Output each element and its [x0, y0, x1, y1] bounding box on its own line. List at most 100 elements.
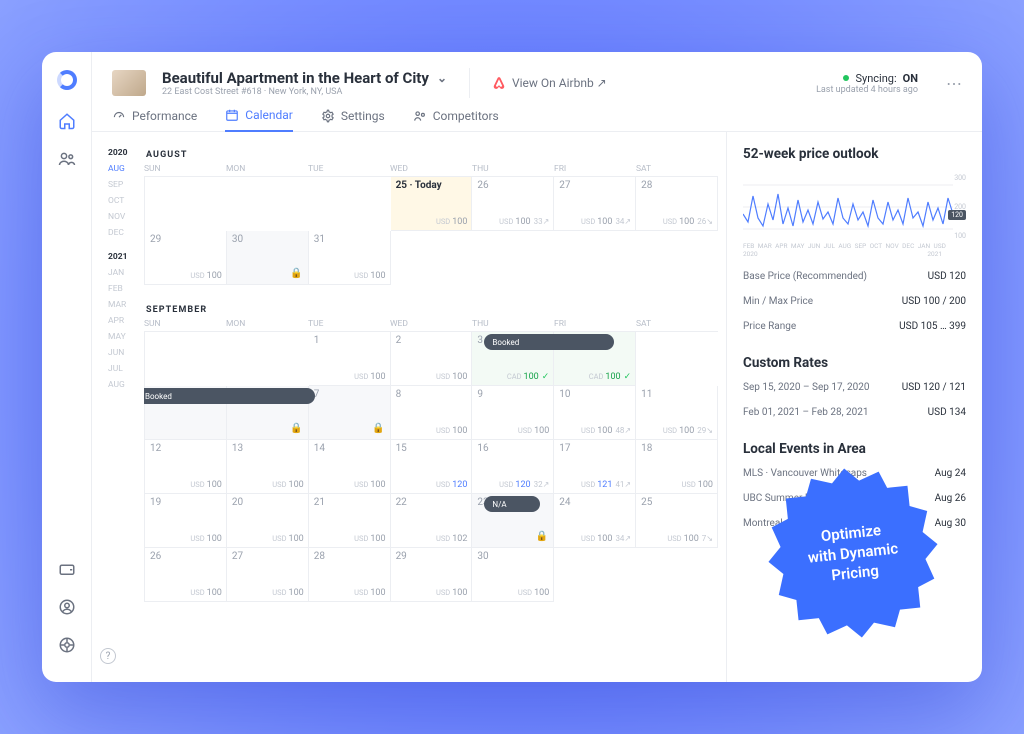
calendar-cell[interactable]: 10USD10048↗	[554, 386, 636, 440]
view-on-airbnb-link[interactable]: View On Airbnb ↗	[492, 76, 607, 90]
calendar-cell[interactable]: 16USD12032↗	[472, 440, 554, 494]
wallet-icon[interactable]	[56, 558, 78, 580]
minimonth[interactable]: AUG	[108, 164, 144, 174]
calendar-cell[interactable]: 1USD100	[309, 332, 391, 386]
calendar-cell[interactable]: 26USD100	[145, 548, 227, 602]
calendar-cell[interactable]: 13USD100	[227, 440, 309, 494]
support-icon[interactable]	[56, 634, 78, 656]
profile-icon[interactable]	[56, 596, 78, 618]
calendar-cell[interactable]: 28USD10026↘	[636, 177, 718, 231]
stat-minmax: Min / Max Price USD 100 / 200	[743, 293, 966, 310]
home-icon[interactable]	[56, 110, 78, 132]
calendar-cell[interactable]: 3CAD100✓Booked	[472, 332, 554, 386]
calendar-cell[interactable]: 23🔒N/A	[472, 494, 554, 548]
lock-icon: 🔒	[290, 268, 302, 279]
calendar-cell[interactable]: 21USD100	[309, 494, 391, 548]
gear-icon	[321, 109, 335, 123]
minimonth[interactable]: JUL	[108, 364, 144, 374]
local-events-title: Local Events in Area	[743, 441, 966, 457]
stat-base-price: Base Price (Recommended) USD 120	[743, 268, 966, 285]
calendar-cell[interactable]: 25 · TodayUSD100	[391, 177, 473, 231]
calendar-cell[interactable]: 20USD100	[227, 494, 309, 548]
custom-rate-row[interactable]: Feb 01, 2021 – Feb 28, 2021 USD 134	[743, 404, 966, 421]
calendar-cell	[636, 231, 718, 285]
check-icon: ✓	[624, 372, 632, 382]
calendar-cell[interactable]: 29USD100	[145, 231, 227, 285]
calendar-cell[interactable]: 25USD1007↘	[636, 494, 718, 548]
calendar-cell[interactable]: 18USD100	[636, 440, 718, 494]
sync-status-dot-icon	[843, 75, 849, 81]
more-menu-icon[interactable]: ⋯	[946, 74, 962, 93]
calendar-cell[interactable]: 2USD100	[391, 332, 473, 386]
calendar-cell[interactable]: 8USD100	[391, 386, 473, 440]
minimonth[interactable]: DEC	[108, 228, 144, 238]
minimonth[interactable]: OCT	[108, 196, 144, 206]
calendar-cell[interactable]: 27USD100	[227, 548, 309, 602]
calendar-cell[interactable]: 22USD102	[391, 494, 473, 548]
lock-icon: 🔒	[536, 531, 548, 542]
minimonth[interactable]: MAR	[108, 300, 144, 310]
calendar-grid: AUGUST SUNMON TUEWED THUFRI SAT 25 · Tod…	[144, 144, 726, 682]
month-grid-september: 1USD1002USD1003CAD100✓Booked4CAD100✓5Boo…	[144, 331, 718, 602]
check-icon: ✓	[542, 372, 550, 382]
gauge-icon	[112, 109, 126, 123]
people-icon[interactable]	[56, 148, 78, 170]
calendar-cell[interactable]: 24USD10034↗	[554, 494, 636, 548]
minimonth[interactable]: SEP	[108, 180, 144, 190]
calendar-cell[interactable]: 31USD100	[309, 231, 391, 285]
competitors-icon	[413, 109, 427, 123]
last-updated: Last updated 4 hours ago	[816, 85, 918, 95]
listing-dropdown[interactable]: Beautiful Apartment in the Heart of City…	[162, 69, 447, 97]
tabs: Peformance Calendar Settings Competitors	[92, 98, 982, 132]
chart-ref-badge: 120	[948, 210, 966, 220]
calendar-cell[interactable]: 14USD100	[309, 440, 391, 494]
calendar-cell	[554, 231, 636, 285]
outlook-title: 52-week price outlook	[743, 146, 966, 162]
minimonth[interactable]: JUN	[108, 348, 144, 358]
dow-header: SUNMON TUEWED THUFRI SAT	[144, 164, 718, 176]
header-status: Syncing: ON Last updated 4 hours ago	[816, 72, 918, 95]
minimonth[interactable]: NOV	[108, 212, 144, 222]
minimonth[interactable]: AUG	[108, 380, 144, 390]
booked-pill: Booked	[144, 388, 315, 404]
calendar-cell[interactable]: 27USD10034↗	[554, 177, 636, 231]
calendar-cell[interactable]: 19USD100	[145, 494, 227, 548]
listing-subtitle: 22 East Cost Street #618 · New York, NY,…	[162, 87, 447, 97]
calendar-cell[interactable]: 29USD100	[391, 548, 473, 602]
tab-settings[interactable]: Settings	[321, 108, 385, 131]
calendar-cell[interactable]: 17USD12141↗	[554, 440, 636, 494]
tab-competitors[interactable]: Competitors	[413, 108, 499, 131]
minimonth[interactable]: JAN	[108, 268, 144, 278]
calendar-cell[interactable]: 5Booked	[145, 386, 227, 440]
mini-month-nav: 2020 AUG SEP OCT NOV DEC 2021 JAN FEB MA…	[108, 144, 144, 682]
header: Beautiful Apartment in the Heart of City…	[92, 52, 982, 98]
calendar-area: 2020 AUG SEP OCT NOV DEC 2021 JAN FEB MA…	[92, 132, 726, 682]
price-outlook-chart: 300 200 100 120 FEBMAR APRMAY JUNJUL AUG…	[743, 174, 966, 260]
help-icon[interactable]: ?	[100, 648, 116, 664]
calendar-cell[interactable]: 30USD100	[472, 548, 554, 602]
tab-calendar[interactable]: Calendar	[225, 108, 293, 132]
divider	[469, 68, 470, 98]
calendar-cell[interactable]: 11USD10029↘	[636, 386, 718, 440]
calendar-cell	[472, 231, 554, 285]
calendar-cell	[309, 177, 391, 231]
tab-performance[interactable]: Peformance	[112, 108, 197, 131]
calendar-cell	[145, 332, 227, 386]
booked-pill: Booked	[484, 334, 613, 350]
calendar-cell	[391, 231, 473, 285]
calendar-cell[interactable]: 15USD120	[391, 440, 473, 494]
minimonth[interactable]: APR	[108, 316, 144, 326]
calendar-cell[interactable]: 28USD100	[309, 548, 391, 602]
minimonth[interactable]: MAY	[108, 332, 144, 342]
calendar-cell[interactable]: 30🔒	[227, 231, 309, 285]
minimonth[interactable]: FEB	[108, 284, 144, 294]
custom-rate-row[interactable]: Sep 15, 2020 – Sep 17, 2020 USD 120 / 12…	[743, 379, 966, 396]
calendar-cell[interactable]: 7🔒	[309, 386, 391, 440]
calendar-cell[interactable]: 9USD100	[472, 386, 554, 440]
calendar-cell[interactable]: 12USD100	[145, 440, 227, 494]
na-pill: N/A	[484, 496, 540, 512]
view-on-airbnb-label: View On Airbnb ↗	[512, 76, 607, 90]
promo-badge[interactable]: Optimize with Dynamic Pricing	[760, 460, 947, 647]
listing-thumbnail	[112, 70, 146, 96]
calendar-cell[interactable]: 26USD10033↗	[472, 177, 554, 231]
